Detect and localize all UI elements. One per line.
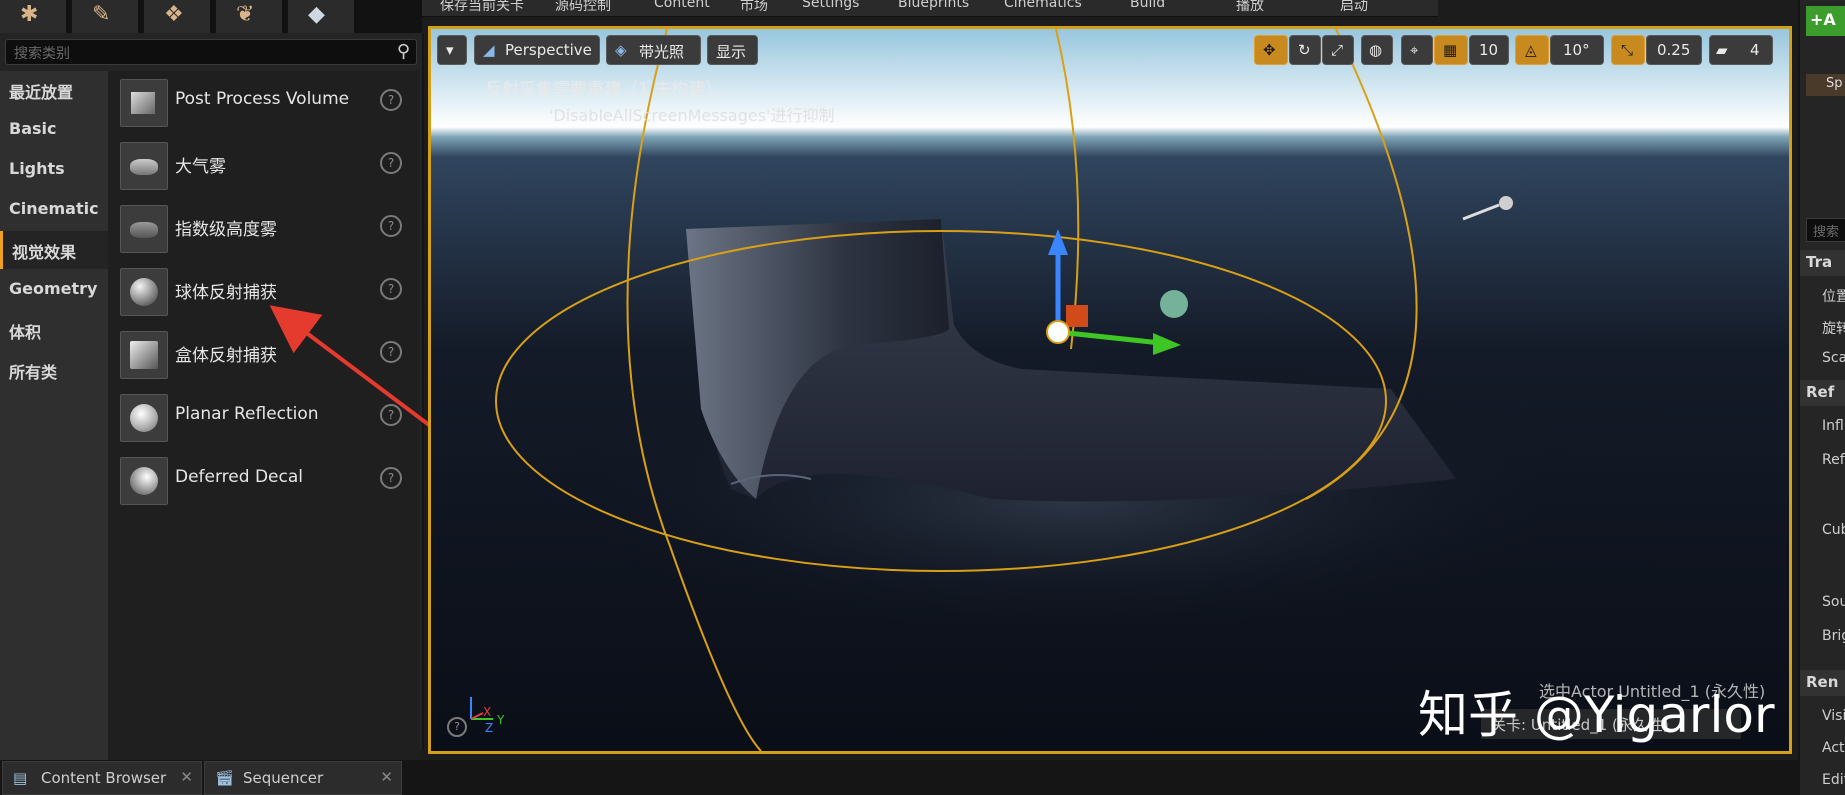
- watermark-text: 知乎 @Yigarlor: [1418, 686, 1775, 744]
- lit-mode-button[interactable]: ◈ 带光照: [606, 35, 701, 65]
- angle-icon: ◬: [1525, 41, 1537, 59]
- transform-section-header[interactable]: Tra: [1800, 250, 1845, 276]
- build-button[interactable]: Build: [1130, 0, 1165, 11]
- surface-snap-icon: ⌖: [1410, 41, 1419, 59]
- selected-actor-row[interactable]: Sp: [1806, 74, 1845, 96]
- camera-speed-button[interactable]: ▰ 4: [1709, 35, 1773, 65]
- scale-icon: ⤢: [1331, 41, 1344, 59]
- content-button[interactable]: Content: [654, 0, 710, 11]
- play-button[interactable]: 播放: [1236, 0, 1264, 15]
- move-icon: ✥: [1263, 41, 1276, 59]
- marketplace-button[interactable]: 市场: [740, 0, 768, 15]
- tab-content-browser[interactable]: ▤ Content Browser ✕: [2, 761, 202, 795]
- axis-y-label: Y: [497, 713, 505, 727]
- reflection-section-header[interactable]: Ref: [1800, 380, 1845, 406]
- grid-icon: ▦: [1443, 41, 1458, 59]
- grid-snap-toggle[interactable]: ▦: [1434, 35, 1468, 65]
- perspective-button[interactable]: ◢ Perspective: [474, 35, 600, 65]
- top-toolbar: 保存当前关卡 源码控制 Content 市场 Settings Blueprin…: [422, 0, 1438, 17]
- save-level-button[interactable]: 保存当前关卡: [440, 0, 524, 15]
- level-viewport[interactable]: Z X Y ? ▾ ◢ Perspective ◈ 带光照 显示 ✥ ↻ ⤢ ◍…: [428, 26, 1792, 754]
- bottom-tab-bar: ▤ Content Browser ✕ 🎬︎ Sequencer ✕: [0, 760, 1845, 795]
- details-panel: +A Sp 搜索 Tra 位置 旋转 Sca Ref Influ Refl Cu…: [1798, 0, 1845, 795]
- translate-mode-button[interactable]: ✥: [1254, 35, 1288, 65]
- rotation-snap-toggle[interactable]: ◬: [1515, 35, 1549, 65]
- rotate-icon: ↻: [1298, 41, 1311, 59]
- scale-snap-value[interactable]: 0.25: [1646, 35, 1702, 65]
- rotate-mode-button[interactable]: ↻: [1289, 35, 1321, 65]
- close-icon[interactable]: ✕: [380, 768, 393, 786]
- viewport-options-button[interactable]: ▾: [437, 35, 467, 65]
- chevron-down-icon: ▾: [446, 41, 454, 59]
- show-button[interactable]: 显示: [707, 35, 758, 65]
- close-icon[interactable]: ✕: [180, 768, 193, 786]
- perspective-icon: ◢: [483, 41, 495, 59]
- grid-snap-value[interactable]: 10: [1469, 35, 1509, 65]
- settings-button[interactable]: Settings: [802, 0, 859, 11]
- cinematics-button[interactable]: Cinematics: [1004, 0, 1082, 11]
- rotation-snap-value[interactable]: 10°: [1550, 35, 1604, 65]
- source-control-button[interactable]: 源码控制: [555, 0, 611, 15]
- world-local-toggle[interactable]: ◍: [1361, 35, 1393, 65]
- viewport-help-icon[interactable]: ?: [447, 717, 467, 737]
- camera-icon: ▰: [1716, 41, 1728, 59]
- rebuild-warning-text: 反射采集需要重建（1 未构建）: [485, 80, 723, 100]
- sequencer-icon: 🎬︎: [215, 769, 235, 787]
- suppress-message-text: 'DisableAllScreenMessages'进行抑制: [549, 106, 835, 125]
- launch-button[interactable]: 启动: [1340, 0, 1368, 15]
- viewport-scene: [470, 29, 1631, 751]
- surface-snap-button[interactable]: ⌖: [1401, 35, 1433, 65]
- axis-z-label: Z: [485, 721, 494, 735]
- scale-mode-button[interactable]: ⤢: [1322, 35, 1354, 65]
- add-new-button[interactable]: +A: [1806, 6, 1845, 36]
- blueprints-button[interactable]: Blueprints: [898, 0, 969, 11]
- scale-snap-icon: ⤡: [1621, 41, 1634, 59]
- axis-x-label: X: [483, 705, 492, 719]
- tab-sequencer[interactable]: 🎬︎ Sequencer ✕: [204, 761, 402, 795]
- content-browser-icon: ▤: [13, 769, 28, 787]
- lit-cube-icon: ◈: [615, 41, 627, 59]
- rendering-section-header[interactable]: Ren: [1800, 670, 1845, 696]
- globe-icon: ◍: [1369, 41, 1383, 59]
- scale-snap-toggle[interactable]: ⤡: [1611, 35, 1645, 65]
- details-search-input[interactable]: 搜索: [1806, 218, 1845, 242]
